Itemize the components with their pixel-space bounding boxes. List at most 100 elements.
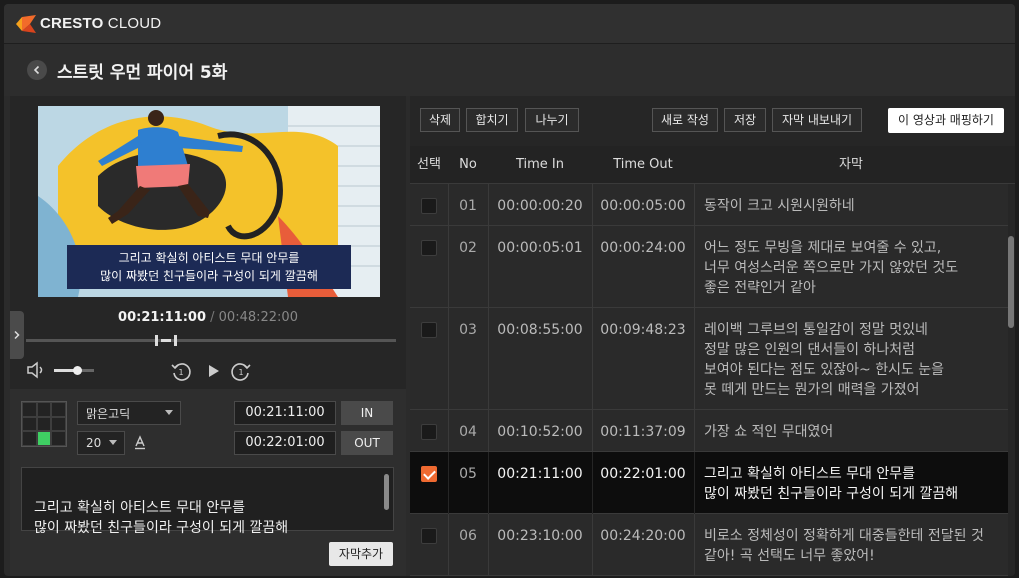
font-family-select[interactable]: 맑은고딕 — [77, 401, 181, 425]
row-select-cell — [410, 184, 448, 226]
position-cell[interactable] — [36, 402, 52, 417]
add-subtitle-button[interactable]: 자막추가 — [329, 542, 393, 566]
row-checkbox[interactable] — [421, 424, 437, 440]
column-divider — [592, 410, 593, 452]
forward-1s-icon[interactable]: 1 — [230, 360, 252, 382]
row-number: 01 — [459, 198, 477, 214]
table-row[interactable]: 06 00:23:10:00 00:24:20:00 비로소 정체성이 정확하게 대중… — [410, 514, 1008, 576]
new-button[interactable]: 새로 작성 — [652, 108, 718, 132]
position-cell[interactable] — [51, 402, 66, 417]
font-color-icon[interactable] — [132, 434, 148, 450]
row-time-in: 00:00:00:20 — [497, 198, 583, 214]
save-button[interactable]: 저장 — [724, 108, 766, 132]
split-button[interactable]: 나누기 — [525, 108, 579, 132]
caption-position-grid[interactable] — [21, 401, 67, 447]
column-divider — [488, 410, 489, 452]
column-divider — [448, 184, 449, 226]
row-time-out: 00:24:20:00 — [600, 528, 686, 544]
row-checkbox[interactable] — [421, 198, 437, 214]
rewind-1s-icon[interactable]: 1 — [170, 360, 192, 382]
row-time-out: 00:11:37:09 — [600, 424, 686, 440]
textarea-scrollbar[interactable] — [384, 474, 389, 510]
seek-range-handle[interactable] — [155, 335, 177, 346]
player-panel: 그리고 확실히 아티스트 무대 안무를 많이 짜봤던 친구들이라 구성이 되게 … — [10, 96, 406, 576]
header-time-in[interactable]: Time In — [488, 146, 592, 184]
column-divider — [448, 410, 449, 452]
in-time-field[interactable]: 00:21:11:00 — [234, 401, 336, 425]
row-select-cell — [410, 410, 448, 452]
position-cell[interactable] — [36, 431, 52, 446]
playback-controls: 1 1 — [10, 354, 406, 386]
column-divider — [592, 226, 593, 308]
row-subtitle-text: 동작이 크고 시원시원하네 — [704, 198, 855, 214]
column-divider — [592, 184, 593, 226]
row-time-out: 00:22:01:00 — [600, 466, 686, 482]
row-checkbox[interactable] — [421, 528, 437, 544]
time-separator: / — [206, 310, 219, 325]
set-in-button[interactable]: IN — [341, 401, 393, 425]
table-header: 선택 No Time In Time Out 자막 — [410, 146, 1015, 184]
row-subtitle-text: 어느 정도 무빙을 제대로 보여줄 수 있고, 너무 여성스러운 쪽으로만 가지… — [704, 240, 959, 296]
position-cell[interactable] — [22, 431, 37, 446]
chevron-left-icon — [33, 65, 40, 75]
row-number: 04 — [459, 424, 477, 440]
position-cell[interactable] — [22, 416, 37, 432]
video-caption: 그리고 확실히 아티스트 무대 안무를 많이 짜봤던 친구들이라 구성이 되게 … — [67, 245, 351, 289]
row-number: 05 — [459, 466, 477, 482]
row-select-cell — [410, 308, 448, 410]
merge-button[interactable]: 합치기 — [466, 108, 518, 132]
volume-icon[interactable] — [26, 360, 46, 380]
row-time-in: 00:23:10:00 — [497, 528, 583, 544]
row-checkbox[interactable] — [421, 466, 437, 482]
header-select: 선택 — [417, 157, 441, 172]
video-preview[interactable]: 그리고 확실히 아티스트 무대 안무를 많이 짜봤던 친구들이라 구성이 되게 … — [38, 106, 380, 297]
row-select-cell — [410, 226, 448, 308]
play-icon[interactable] — [202, 360, 224, 382]
position-cell[interactable] — [36, 416, 52, 432]
row-checkbox[interactable] — [421, 322, 437, 338]
font-size-value: 20 — [86, 436, 102, 450]
table-row[interactable]: 04 00:10:52:00 00:11:37:09 가장 쇼 적인 무대였어 — [410, 410, 1008, 452]
row-subtitle-text: 그리고 확실히 아티스트 무대 안무를 많이 짜봤던 친구들이라 구성이 되게 … — [704, 466, 959, 502]
font-size-select[interactable]: 20 — [77, 431, 125, 455]
table-scrollbar-thumb[interactable] — [1008, 236, 1014, 328]
table-row[interactable]: 01 00:00:00:20 00:00:05:00 동작이 크고 시원시원하네 — [410, 184, 1008, 226]
set-out-button[interactable]: OUT — [341, 431, 393, 455]
page-title: 스트릿 우먼 파이어 5화 — [57, 62, 228, 83]
column-divider — [592, 514, 593, 576]
delete-button[interactable]: 삭제 — [420, 108, 460, 132]
row-time-out: 00:00:05:00 — [600, 198, 686, 214]
subtitle-table-body: 01 00:00:00:20 00:00:05:00 동작이 크고 시원시원하네 02 0… — [410, 184, 1008, 576]
brand-name: CRESTO CLOUD — [40, 15, 162, 32]
table-row[interactable]: 02 00:00:05:01 00:00:24:00 어느 정도 무빙을 제대로 보여… — [410, 226, 1008, 308]
seek-bar[interactable] — [26, 339, 396, 342]
out-time-field[interactable]: 00:22:01:00 — [234, 431, 336, 455]
row-checkbox[interactable] — [421, 240, 437, 256]
volume-knob[interactable] — [73, 366, 82, 375]
top-bar: CRESTO CLOUD — [4, 4, 1015, 44]
column-divider — [694, 308, 695, 410]
column-divider — [448, 452, 449, 514]
row-select-cell — [410, 514, 448, 576]
column-divider — [694, 184, 695, 226]
page-header: 스트릿 우먼 파이어 5화 — [4, 44, 1015, 96]
position-cell[interactable] — [51, 431, 66, 446]
column-divider — [694, 452, 695, 514]
subtitle-textarea[interactable]: 그리고 확실히 아티스트 무대 안무를 많이 짜봤던 친구들이라 구성이 되게 … — [21, 467, 394, 536]
back-button[interactable] — [27, 60, 47, 80]
table-row[interactable]: 03 00:08:55:00 00:09:48:23 레이백 그루브의 통일감이 정말… — [410, 308, 1008, 410]
svg-text:1: 1 — [238, 368, 243, 377]
map-to-video-button[interactable]: 이 영상과 매핑하기 — [888, 108, 1004, 133]
column-divider — [448, 308, 449, 410]
row-subtitle-text: 비로소 정체성이 정확하게 대중들한테 전달된 것 같아! 곡 선택도 너무 좋… — [704, 528, 984, 564]
table-row[interactable]: 05 00:21:11:00 00:22:01:00 그리고 확실히 아티스트 무대 … — [410, 452, 1008, 514]
subtitle-textarea-text: 그리고 확실히 아티스트 무대 안무를 많이 짜봤던 친구들이라 구성이 되게 … — [34, 500, 289, 536]
chevron-down-icon — [109, 440, 117, 445]
position-cell[interactable] — [22, 402, 37, 417]
position-cell[interactable] — [51, 416, 66, 432]
svg-text:1: 1 — [178, 368, 183, 377]
header-time-out[interactable]: Time Out — [592, 146, 694, 184]
column-divider — [694, 226, 695, 308]
row-number: 06 — [459, 528, 477, 544]
export-subtitles-button[interactable]: 자막 내보내기 — [772, 108, 862, 132]
